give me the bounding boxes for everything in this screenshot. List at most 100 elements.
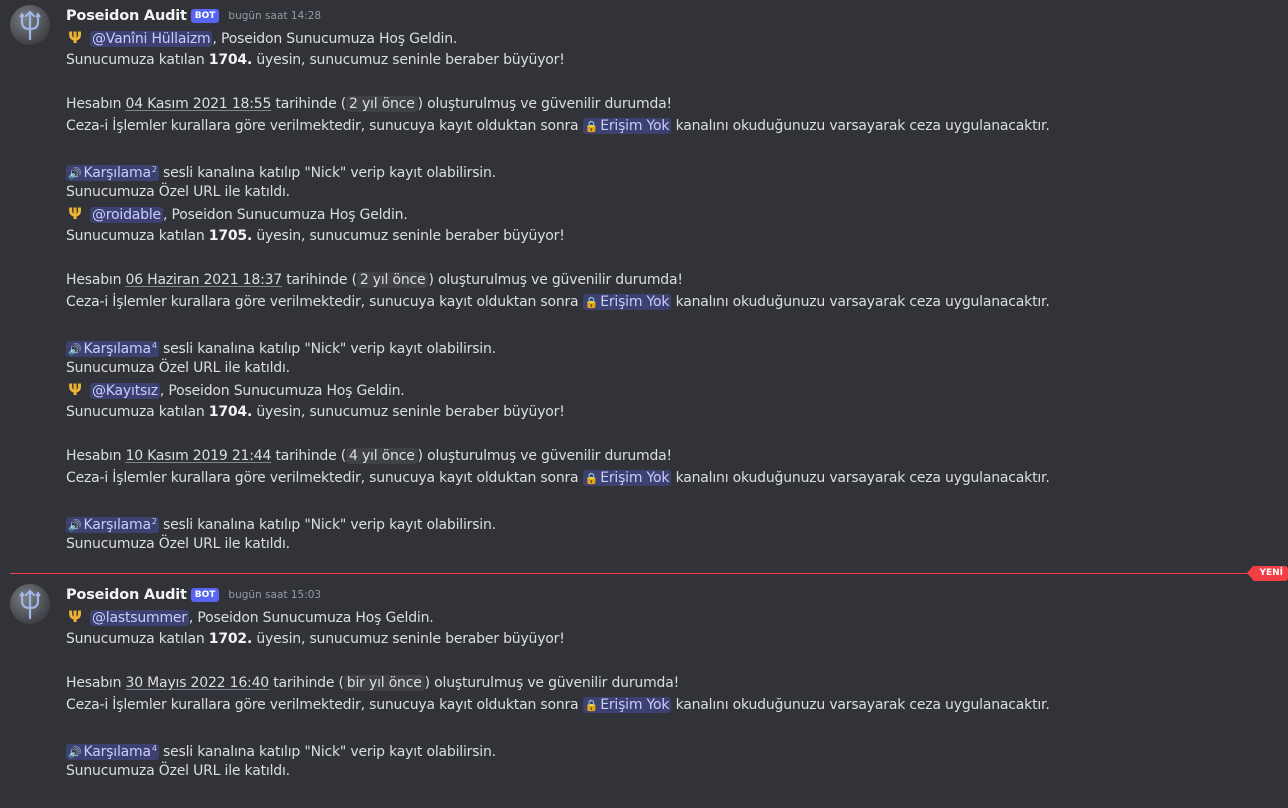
speaker-icon: 🔊 <box>68 746 82 759</box>
timestamp[interactable]: bugün saat 14:28 <box>228 10 321 22</box>
user-mention[interactable]: @Kayıtsız <box>90 383 160 399</box>
voice-channel-name: Karşılama <box>83 341 152 357</box>
account-relative-time: 2 yıl önce <box>356 272 429 288</box>
voice-line: 🔊 Karşılama4 sesli kanalına katılıp "Nick… <box>66 335 1288 357</box>
avatar[interactable] <box>10 584 50 624</box>
count-prefix: Sunucumuza katılan <box>66 631 209 647</box>
account-mid: tarihinde ( <box>271 448 347 464</box>
account-suffix: ) oluşturulmuş ve güvenilir durumda! <box>417 448 673 464</box>
trident-icon: Ψ <box>68 380 82 399</box>
voice-channel-name: Karşılama <box>83 165 152 181</box>
account-relative-time: 4 yıl önce <box>346 448 418 464</box>
voice-channel-mention[interactable]: 🔊 Karşılama4 <box>66 744 159 760</box>
rules-suffix: kanalını okuduğunuzu varsayarak ceza uyg… <box>671 470 1050 486</box>
avatar[interactable] <box>10 5 50 45</box>
message-group: Poseidon Audit BOT bugün saat 14:28 Ψ @Va… <box>0 5 1288 555</box>
trident-icon: Ψ <box>68 607 82 626</box>
user-mention[interactable]: @roidable <box>90 207 163 223</box>
lock-icon: 🔒 <box>584 296 599 309</box>
welcome-line: Ψ @roidable, Poseidon Sunucumuza Hoş Geld… <box>66 203 1288 225</box>
voice-user-count: 2 <box>151 517 157 526</box>
count-prefix: Sunucumuza katılan <box>66 404 209 420</box>
account-mid: tarihinde ( <box>282 272 357 288</box>
count-suffix: üyesin, sunucumuz seninle beraber büyüyo… <box>252 404 565 420</box>
welcome-line: Ψ @lastsummer, Poseidon Sunucumuza Hoş Ge… <box>66 606 1288 628</box>
count-suffix: üyesin, sunucumuz seninle beraber büyüyo… <box>252 228 565 244</box>
welcome-text: , Poseidon Sunucumuza Hoş Geldin. <box>162 207 408 223</box>
username[interactable]: Poseidon Audit <box>66 587 187 603</box>
poseidon-avatar-icon <box>19 10 41 41</box>
rules-prefix: Ceza-i İşlemler kurallara göre verilmekt… <box>66 118 583 134</box>
user-mention[interactable]: @Vanîni Hüllaizm <box>90 31 213 47</box>
speaker-icon: 🔊 <box>68 343 82 356</box>
bot-tag: BOT <box>190 9 220 23</box>
welcome-message: Ψ @Kayıtsız, Poseidon Sunucumuza Hoş Geld… <box>66 379 1288 555</box>
bot-tag: BOT <box>190 588 220 602</box>
rules-prefix: Ceza-i İşlemler kurallara göre verilmekt… <box>66 697 583 713</box>
welcome-line: Ψ @Kayıtsız, Poseidon Sunucumuza Hoş Geld… <box>66 379 1288 401</box>
voice-suffix: sesli kanalına katılıp "Nick" verip kayı… <box>158 341 496 357</box>
voice-channel-name: Karşılama <box>83 744 152 760</box>
welcome-message: Ψ @Vanîni Hüllaizm, Poseidon Sunucumuza H… <box>66 27 1288 203</box>
speaker-icon: 🔊 <box>68 519 82 532</box>
rules-line: Ceza-i İşlemler kurallara göre verilmekt… <box>66 115 1288 137</box>
welcome-message: Ψ @lastsummer, Poseidon Sunucumuza Hoş Ge… <box>66 606 1288 782</box>
account-created-date[interactable]: 30 Mayıs 2022 16:40 <box>126 675 270 691</box>
user-mention[interactable]: @lastsummer <box>90 610 189 626</box>
member-count-line: Sunucumuza katılan 1704. üyesin, sunucum… <box>66 401 1288 423</box>
message-header: Poseidon Audit BOT bugün saat 14:28 <box>66 5 1288 27</box>
lock-icon: 🔒 <box>584 120 599 133</box>
voice-channel-mention[interactable]: 🔊 Karşılama4 <box>66 341 159 357</box>
voice-suffix: sesli kanalına katılıp "Nick" verip kayı… <box>158 165 496 181</box>
invite-line: Sunucumuza Özel URL ile katıldı. <box>66 360 290 376</box>
poseidon-avatar-icon <box>19 589 41 620</box>
channel-mention-locked[interactable]: 🔒 Erişim Yok <box>582 118 672 134</box>
rules-prefix: Ceza-i İşlemler kurallara göre verilmekt… <box>66 294 583 310</box>
voice-line: 🔊 Karşılama2 sesli kanalına katılıp "Nick… <box>66 511 1288 533</box>
welcome-line: Ψ @Vanîni Hüllaizm, Poseidon Sunucumuza H… <box>66 27 1288 49</box>
welcome-text: , Poseidon Sunucumuza Hoş Geldin. <box>188 610 434 626</box>
invite-line: Sunucumuza Özel URL ile katıldı. <box>66 763 290 779</box>
voice-channel-mention[interactable]: 🔊 Karşılama2 <box>66 165 159 181</box>
channel-mention-locked[interactable]: 🔒 Erişim Yok <box>582 697 672 713</box>
channel-mention-locked[interactable]: 🔒 Erişim Yok <box>582 470 672 486</box>
channel-name: Erişim Yok <box>600 697 670 713</box>
account-created-date[interactable]: 04 Kasım 2021 18:55 <box>126 96 272 112</box>
rules-suffix: kanalını okuduğunuzu varsayarak ceza uyg… <box>671 118 1050 134</box>
account-suffix: ) oluşturulmuş ve güvenilir durumda! <box>428 272 683 288</box>
invite-line: Sunucumuza Özel URL ile katıldı. <box>66 184 290 200</box>
account-created-date[interactable]: 10 Kasım 2019 21:44 <box>126 448 272 464</box>
account-created-date[interactable]: 06 Haziran 2021 18:37 <box>126 272 283 288</box>
username[interactable]: Poseidon Audit <box>66 8 187 24</box>
member-count: 1705. <box>208 228 253 244</box>
voice-suffix: sesli kanalına katılıp "Nick" verip kayı… <box>158 744 496 760</box>
account-age-line: Hesabın 06 Haziran 2021 18:37 tarihinde … <box>66 269 1288 291</box>
account-mid: tarihinde ( <box>271 96 347 112</box>
voice-line: 🔊 Karşılama2 sesli kanalına katılıp "Nick… <box>66 159 1288 181</box>
voice-suffix: sesli kanalına katılıp "Nick" verip kayı… <box>158 517 496 533</box>
account-suffix: ) oluşturulmuş ve güvenilir durumda! <box>417 96 673 112</box>
message-list: Ψ @lastsummer, Poseidon Sunucumuza Hoş Ge… <box>66 606 1288 782</box>
welcome-text: , Poseidon Sunucumuza Hoş Geldin. <box>212 31 458 47</box>
account-relative-time: 2 yıl önce <box>346 96 418 112</box>
account-age-line: Hesabın 10 Kasım 2019 21:44 tarihinde (4… <box>66 445 1288 467</box>
message-group: Poseidon Audit BOT bugün saat 15:03 Ψ @la… <box>0 584 1288 782</box>
account-suffix: ) oluşturulmuş ve güvenilir durumda! <box>424 675 680 691</box>
lock-icon: 🔒 <box>584 472 599 485</box>
channel-mention-locked[interactable]: 🔒 Erişim Yok <box>582 294 672 310</box>
account-age-line: Hesabın 04 Kasım 2021 18:55 tarihinde (2… <box>66 93 1288 115</box>
new-messages-badge: YENİ <box>1247 566 1288 581</box>
voice-channel-mention[interactable]: 🔊 Karşılama2 <box>66 517 159 533</box>
timestamp[interactable]: bugün saat 15:03 <box>228 589 321 601</box>
voice-channel-name: Karşılama <box>83 517 152 533</box>
count-suffix: üyesin, sunucumuz seninle beraber büyüyo… <box>252 631 565 647</box>
voice-user-count: 4 <box>151 744 157 753</box>
rules-suffix: kanalını okuduğunuzu varsayarak ceza uyg… <box>671 294 1050 310</box>
account-prefix: Hesabın <box>66 675 126 691</box>
speaker-icon: 🔊 <box>68 167 82 180</box>
message-list: Ψ @Vanîni Hüllaizm, Poseidon Sunucumuza H… <box>66 27 1288 555</box>
channel-name: Erişim Yok <box>600 470 670 486</box>
chat-messages: Poseidon Audit BOT bugün saat 14:28 Ψ @Va… <box>0 0 1288 808</box>
voice-line: 🔊 Karşılama4 sesli kanalına katılıp "Nick… <box>66 738 1288 760</box>
rules-prefix: Ceza-i İşlemler kurallara göre verilmekt… <box>66 470 583 486</box>
